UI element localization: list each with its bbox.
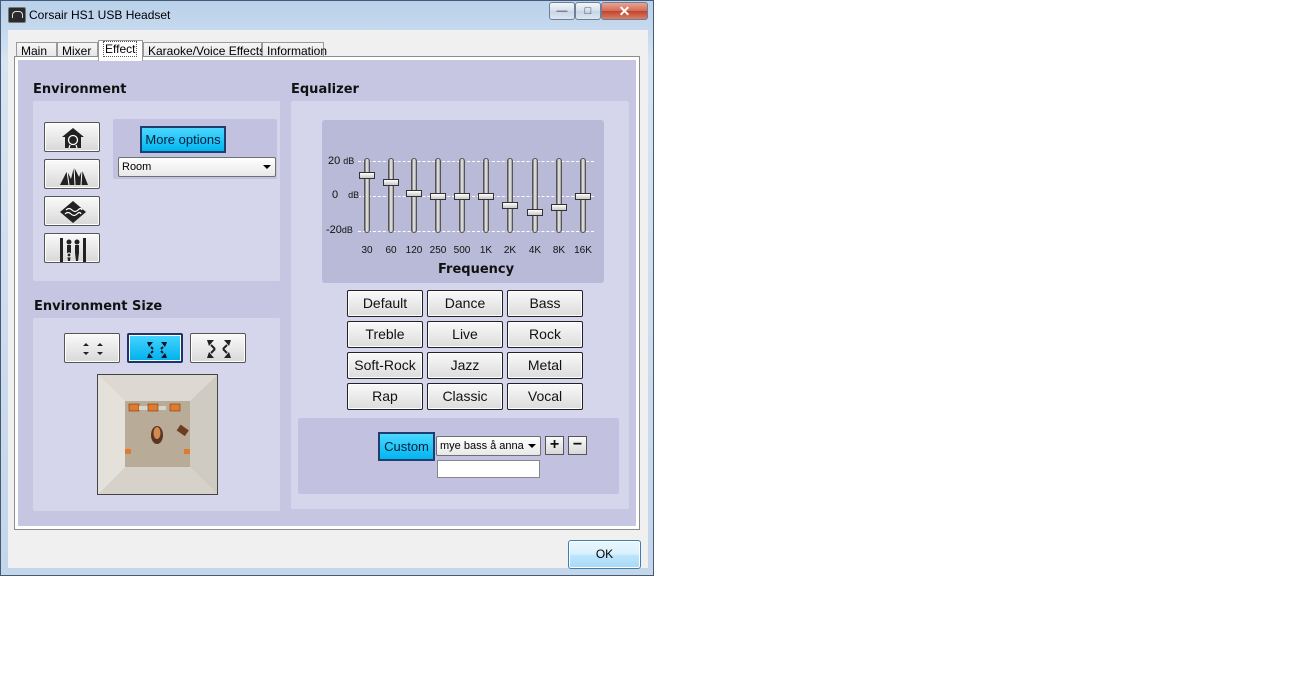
custom-preset-value: mye bass å anna <box>440 440 524 452</box>
eq-slider-knob[interactable] <box>575 193 591 200</box>
eq-preset-soft-rock-button[interactable]: Soft-Rock <box>347 352 423 379</box>
db-label-minus20: -20dB <box>326 224 353 236</box>
eq-preset-rap-button[interactable]: Rap <box>347 383 423 410</box>
eq-slider-track[interactable] <box>507 158 513 233</box>
size-small-button[interactable] <box>64 333 120 363</box>
eq-preset-classic-button[interactable]: Classic <box>427 383 503 410</box>
frequency-label: Frequency <box>438 262 515 277</box>
db-unit: dB <box>341 225 353 235</box>
db-value: -20 <box>326 224 342 236</box>
room-icon <box>62 128 84 149</box>
eq-preset-treble-button[interactable]: Treble <box>347 321 423 348</box>
eq-slider-knob[interactable] <box>359 172 375 179</box>
eq-preset-live-button[interactable]: Live <box>427 321 503 348</box>
eq-preset-metal-button[interactable]: Metal <box>507 352 583 379</box>
eq-slider-knob[interactable] <box>430 193 446 200</box>
environment-title: Environment <box>33 82 127 97</box>
title-bar[interactable]: Corsair HS1 USB Headset — □ ✕ <box>1 1 653 29</box>
eq-preset-dance-button[interactable]: Dance <box>427 290 503 317</box>
environment-select[interactable]: Room <box>118 157 276 177</box>
opera-house-icon <box>60 166 88 186</box>
large-size-arrows-icon <box>207 340 231 358</box>
eq-slider-track[interactable] <box>532 158 538 233</box>
maximize-button[interactable]: □ <box>575 2 601 20</box>
minimize-button[interactable]: — <box>549 2 575 20</box>
ok-button[interactable]: OK <box>568 540 641 569</box>
eq-preset-jazz-button[interactable]: Jazz <box>427 352 503 379</box>
tab-label: Effect <box>103 41 138 57</box>
medium-size-arrows-icon <box>147 342 167 358</box>
more-options-button[interactable]: More options <box>140 126 226 153</box>
headset-app-icon <box>8 7 26 23</box>
underwater-icon <box>60 201 86 223</box>
chevron-down-icon <box>528 444 536 448</box>
eq-preset-vocal-button[interactable]: Vocal <box>507 383 583 410</box>
environment-size-title: Environment Size <box>34 299 163 314</box>
env-underwater-button[interactable] <box>44 196 100 226</box>
stage-icon <box>60 238 86 262</box>
env-stage-button[interactable] <box>44 233 100 263</box>
eq-preset-default-button[interactable]: Default <box>347 290 423 317</box>
eq-slider-track[interactable] <box>364 158 370 233</box>
custom-button[interactable]: Custom <box>378 432 435 461</box>
db-value: 20 <box>328 155 341 167</box>
eq-preset-bass-button[interactable]: Bass <box>507 290 583 317</box>
custom-preset-box <box>298 418 619 494</box>
equalizer-title: Equalizer <box>291 82 359 97</box>
db-value: 0 <box>332 189 339 201</box>
eq-slider-knob[interactable] <box>454 193 470 200</box>
db-unit: dB <box>348 190 360 200</box>
eq-band-label: 16K <box>574 245 592 256</box>
eq-preset-rock-button[interactable]: Rock <box>507 321 583 348</box>
room-preview-illustration <box>98 375 217 494</box>
preset-name-input[interactable] <box>437 460 540 478</box>
add-preset-button[interactable]: + <box>545 436 564 455</box>
eq-slider-track[interactable] <box>388 158 394 233</box>
chevron-down-icon <box>263 165 271 169</box>
db-unit: dB <box>343 156 355 166</box>
env-concert-hall-button[interactable] <box>44 159 100 189</box>
env-room-button[interactable] <box>44 122 100 152</box>
eq-slider-knob[interactable] <box>527 208 543 216</box>
eq-slider-knob[interactable] <box>383 179 399 186</box>
room-preview <box>97 374 218 495</box>
close-button[interactable]: ✕ <box>601 2 648 20</box>
eq-slider-knob[interactable] <box>406 189 422 197</box>
eq-slider-knob[interactable] <box>551 203 567 211</box>
eq-slider-track[interactable] <box>556 158 562 233</box>
window-title: Corsair HS1 USB Headset <box>29 8 171 22</box>
remove-preset-button[interactable]: − <box>568 436 587 455</box>
custom-preset-select[interactable]: mye bass å anna <box>436 436 541 456</box>
db-label-20: 20 dB <box>328 155 354 167</box>
small-size-arrows-icon <box>83 343 103 355</box>
eq-slider-knob[interactable] <box>502 201 518 209</box>
tab-effect[interactable]: Effect <box>98 40 143 61</box>
size-large-button[interactable] <box>190 333 246 363</box>
eq-slider-knob[interactable] <box>478 193 494 200</box>
environment-select-value: Room <box>122 161 152 173</box>
db-label-0: 0 dB <box>332 189 359 201</box>
size-medium-button[interactable] <box>127 333 183 363</box>
